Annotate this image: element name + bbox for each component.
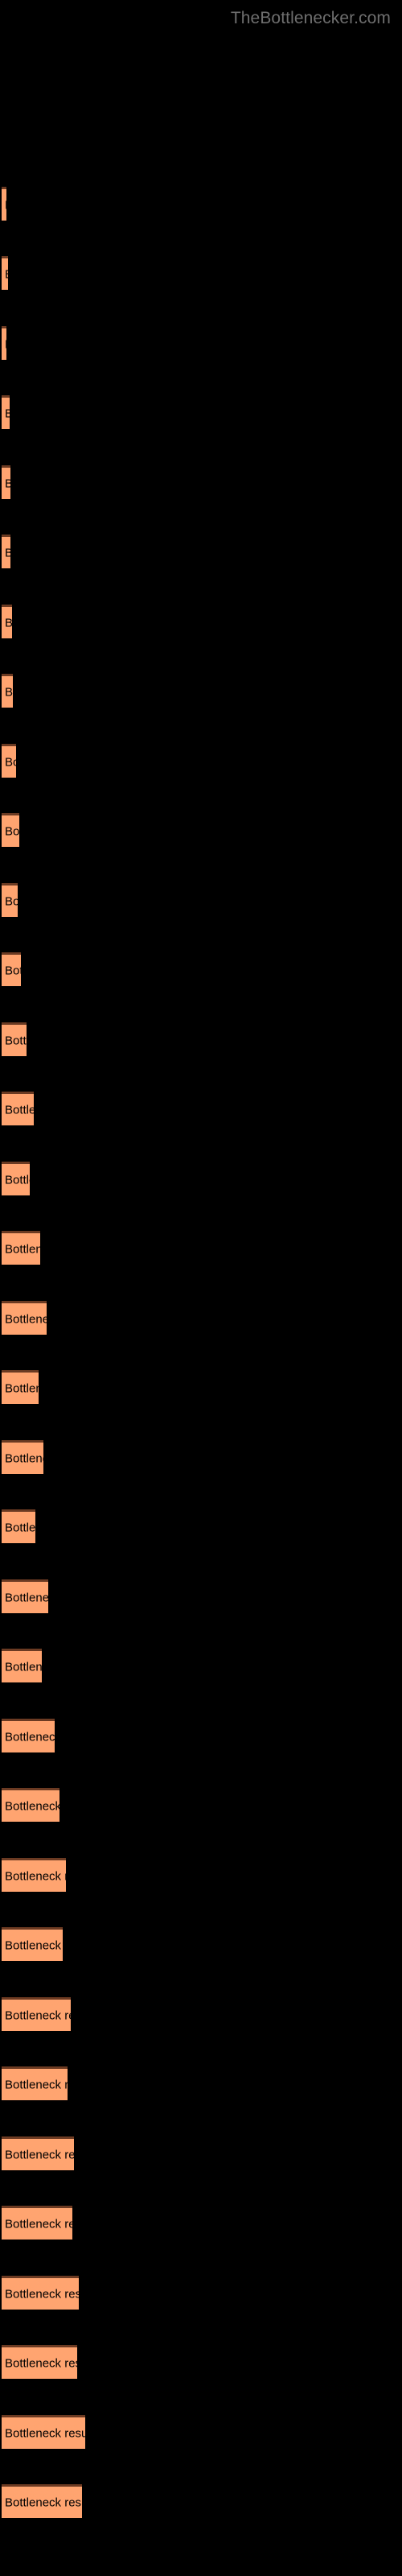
bar[interactable]: Bottleneck result [2, 2066, 68, 2100]
bar[interactable]: Bottleneck result [2, 326, 6, 360]
bar[interactable]: Bottleneck result [2, 1788, 59, 1822]
bar[interactable]: Bottleneck result [2, 674, 13, 708]
bottleneck-bar-chart: Bottleneck result Bottleneck result Bottle… [0, 0, 402, 2576]
bar-label: Bottleneck result [5, 477, 10, 489]
bar[interactable]: Bottleneck result [2, 465, 10, 499]
bar-label: Bottleneck result [5, 1034, 27, 1047]
bar[interactable]: Bottleneck result [2, 1579, 48, 1613]
bar-label: Bottleneck result [5, 338, 6, 350]
bar-label: Bottleneck result [5, 617, 12, 629]
bar[interactable]: Bottleneck result [2, 1440, 43, 1474]
bar-label: Bottleneck result [5, 407, 10, 419]
bar-label: Bottleneck result [5, 1103, 34, 1117]
bar[interactable]: Bottleneck result [2, 1301, 47, 1335]
bar-label: Bottleneck result [5, 2148, 74, 2161]
bar-label: Bottleneck result [5, 1521, 35, 1534]
bar[interactable]: Bottleneck result [2, 395, 10, 429]
bar[interactable]: Bottleneck result [2, 1927, 63, 1961]
bar[interactable]: Bottleneck result [2, 1997, 71, 2031]
bar[interactable]: Bottleneck result [2, 1719, 55, 1752]
bar[interactable]: Bottleneck result [2, 744, 16, 778]
bar[interactable]: Bottleneck result [2, 2276, 79, 2310]
bar[interactable]: Bottleneck result [2, 605, 12, 638]
bar-label: Bottleneck result [5, 894, 18, 908]
bar-label: Bottleneck result [5, 755, 16, 769]
bar[interactable]: Bottleneck result [2, 2345, 77, 2379]
bar-label: Bottleneck result [5, 2287, 79, 2301]
bar-label: Bottleneck result [5, 1799, 59, 1813]
bar-label: Bottleneck result [5, 1312, 47, 1326]
bar[interactable]: Bottleneck result [2, 2136, 74, 2170]
bar-label: Bottleneck result [5, 1730, 55, 1744]
bar[interactable]: Bottleneck result [2, 1092, 34, 1125]
bar-label: Bottleneck result [5, 1242, 40, 1256]
bar-label: Bottleneck result [5, 2078, 68, 2091]
bar-label: Bottleneck result [5, 2217, 72, 2231]
bar-label: Bottleneck result [5, 199, 6, 211]
bar[interactable]: Bottleneck result [2, 1509, 35, 1543]
bar[interactable]: Bottleneck result [2, 535, 10, 568]
bar[interactable]: Bottleneck result [2, 1162, 30, 1195]
bar-label: Bottleneck result [5, 1660, 42, 1674]
bar-label: Bottleneck result [5, 1381, 39, 1395]
bar[interactable]: Bottleneck result [2, 1231, 40, 1265]
bar-label: Bottleneck result [5, 547, 10, 559]
bar-label: Bottleneck result [5, 1591, 48, 1604]
bar[interactable]: Bottleneck result [2, 1858, 66, 1892]
bar[interactable]: Bottleneck result [2, 2206, 72, 2240]
bar-label: Bottleneck result [5, 2496, 82, 2509]
bar[interactable]: Bottleneck result [2, 1022, 27, 1056]
bar[interactable]: Bottleneck result [2, 256, 8, 290]
bar[interactable]: Bottleneck result [2, 1370, 39, 1404]
bar-label: Bottleneck result [5, 2356, 77, 2370]
bar[interactable]: Bottleneck result [2, 952, 21, 986]
bar-label: Bottleneck result [5, 824, 19, 838]
bar[interactable]: Bottleneck result [2, 883, 18, 917]
bar-label: Bottleneck result [5, 1869, 66, 1883]
bar[interactable]: Bottleneck result [2, 2484, 82, 2518]
bar-label: Bottleneck result [5, 1938, 63, 1952]
bar-label: Bottleneck result [5, 964, 21, 977]
bar-label: Bottleneck result [5, 2426, 85, 2440]
bar[interactable]: Bottleneck result [2, 1649, 42, 1682]
bar[interactable]: Bottleneck result [2, 187, 6, 221]
bar[interactable]: Bottleneck result [2, 2415, 85, 2449]
bar-label: Bottleneck result [5, 2008, 71, 2022]
bar-label: Bottleneck result [5, 1173, 30, 1187]
bar-label: Bottleneck result [5, 685, 13, 699]
bar-label: Bottleneck result [5, 268, 8, 280]
bar-label: Bottleneck result [5, 1451, 43, 1465]
bar[interactable]: Bottleneck result [2, 813, 19, 847]
